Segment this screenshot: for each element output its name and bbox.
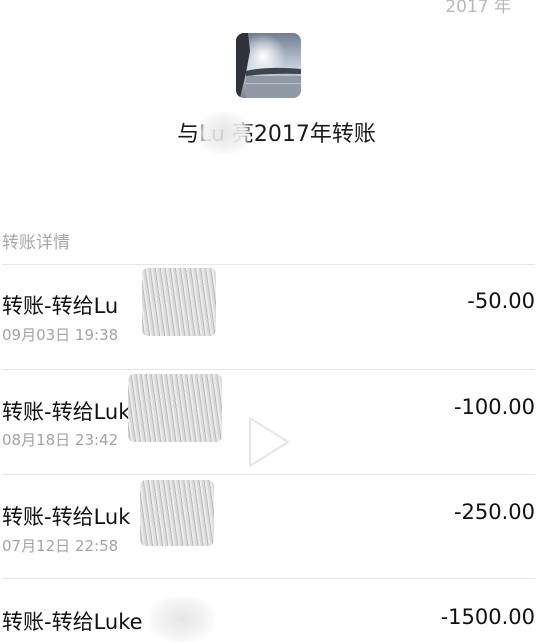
transaction-title: 转账-转给Luk	[2, 400, 131, 424]
play-icon[interactable]	[244, 414, 294, 470]
divider	[2, 369, 535, 370]
divider	[2, 578, 535, 579]
name-blur-redaction	[128, 374, 222, 442]
transaction-time: 08月18日 23:42	[2, 431, 119, 449]
transaction-title: 转账-转给Lu	[2, 294, 119, 318]
section-label: 转账详情	[2, 233, 70, 253]
transaction-title: 转账-转给Luk	[2, 505, 131, 529]
divider	[2, 474, 535, 475]
name-blur-redaction	[142, 268, 216, 336]
name-blur-redaction	[140, 480, 214, 546]
transaction-amount: -250.00	[453, 500, 535, 524]
header-year-fragment: 2017 年	[445, 0, 511, 17]
contact-avatar	[236, 33, 301, 98]
transaction-amount: -50.00	[467, 289, 535, 313]
transaction-amount: -100.00	[453, 395, 535, 419]
page-title: 与Lu 亮2017年转账	[177, 122, 376, 147]
landscape-photo-avatar-icon	[236, 33, 301, 98]
transaction-time: 09月03日 19:38	[2, 326, 119, 344]
transaction-time: 07月12日 22:58	[2, 537, 119, 555]
name-blur-redaction	[150, 596, 214, 642]
divider	[2, 264, 535, 265]
title-blur-redaction	[198, 112, 250, 154]
transaction-title: 转账-转给Luke	[2, 610, 143, 634]
transaction-amount: -1500.00	[440, 605, 535, 629]
